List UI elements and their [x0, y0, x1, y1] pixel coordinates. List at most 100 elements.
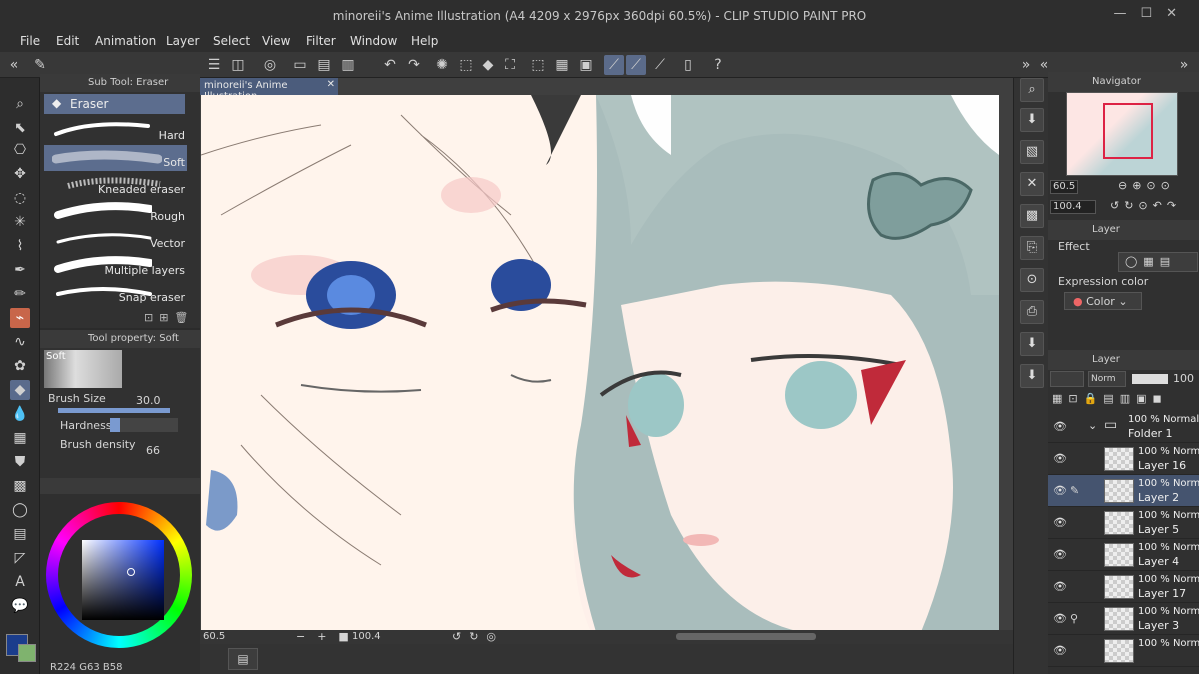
device-icon[interactable]: ▯	[678, 55, 698, 75]
visibility-eye-icon[interactable]: 👁	[1053, 612, 1067, 625]
auto-select-icon[interactable]: ✳	[10, 212, 30, 232]
direct-draw-icon[interactable]: ◯	[10, 500, 30, 520]
brush-kneaded[interactable]: Kneaded eraser	[44, 172, 187, 198]
balloon-icon[interactable]: 💬	[10, 596, 30, 616]
layer-row-3[interactable]: 👁 ⚲ 100 % Norm Layer 3	[1048, 603, 1199, 635]
undo-icon[interactable]: ↶	[380, 55, 400, 75]
figure-icon[interactable]: ▦	[10, 428, 30, 448]
visibility-eye-icon[interactable]: 👁	[1053, 644, 1067, 657]
material-icon[interactable]: ▧	[1020, 140, 1044, 164]
menu-select[interactable]: Select	[213, 34, 250, 48]
opacity-value[interactable]: 100	[1173, 372, 1194, 385]
rotate-controls[interactable]: ↺↻◎	[452, 630, 504, 643]
menu-layer[interactable]: Layer	[166, 34, 199, 48]
layer-row-17[interactable]: 👁 100 % Norm Layer 17	[1048, 571, 1199, 603]
menu-view[interactable]: View	[262, 34, 290, 48]
copy-icon[interactable]: ⎘	[1020, 236, 1044, 260]
brush-size-value[interactable]: 30.0	[136, 394, 161, 407]
menu-animation[interactable]: Animation	[95, 34, 156, 48]
tab-close-icon[interactable]: ✕	[327, 79, 335, 90]
blend-mode-select[interactable]: Norm	[1088, 371, 1126, 387]
operation-icon[interactable]: ⬉	[10, 118, 30, 138]
snap-ruler-icon[interactable]: ⟋	[604, 55, 624, 75]
menu-edit[interactable]: Edit	[56, 34, 79, 48]
folder-expand-icon[interactable]: ⌄	[1088, 419, 1097, 432]
subtool-actions[interactable]: ⊡⊞🗑	[144, 311, 194, 324]
maximize-icon[interactable]: ☐	[1140, 6, 1166, 21]
density-value[interactable]: 66	[146, 444, 160, 457]
visibility-eye-icon[interactable]: 👁	[1053, 420, 1067, 433]
navigator-zoom[interactable]: 60.5	[1050, 180, 1078, 194]
ruler-icon[interactable]: ◸	[10, 548, 30, 568]
fill-tool-icon[interactable]: ⛊	[10, 452, 30, 472]
download-icon[interactable]: ⬇	[1020, 332, 1044, 356]
pen-tool-icon[interactable]: ✒	[10, 260, 30, 280]
blend-icon[interactable]: 💧	[10, 404, 30, 424]
export-icon[interactable]: ⎙	[1020, 300, 1044, 324]
brush-size-slider[interactable]	[58, 408, 170, 413]
expression-color-select[interactable]: ● Color ⌄	[1064, 292, 1142, 310]
selection-invert-icon[interactable]: ▣	[576, 55, 596, 75]
hardness-slider[interactable]	[110, 418, 178, 432]
open-icon[interactable]: ▤	[314, 55, 334, 75]
snap-grid-icon[interactable]: ⟋	[650, 55, 670, 75]
color-picker-marker[interactable]	[127, 568, 135, 576]
close-icon[interactable]: ✕	[1166, 6, 1191, 21]
navigator-preview[interactable]	[1066, 92, 1178, 176]
download-2-icon[interactable]: ⬇	[1020, 364, 1044, 388]
lasso-icon[interactable]: ◌	[10, 188, 30, 208]
layer-move-icon[interactable]: ⎔	[10, 140, 30, 160]
layer-row-5[interactable]: 👁 100 % Norm Layer 5	[1048, 507, 1199, 539]
menu-toggle-icon[interactable]: ☰	[204, 55, 224, 75]
horizontal-scrollbar[interactable]	[676, 633, 816, 640]
layer-row-folder-1[interactable]: 👁 ⌄ ▭ 100 % Normal Folder 1	[1048, 411, 1199, 443]
menu-window[interactable]: Window	[350, 34, 397, 48]
pattern-icon[interactable]: ▩	[1020, 204, 1044, 228]
window-controls[interactable]: —☐✕	[1113, 6, 1191, 21]
settings-icon[interactable]: ✺	[432, 55, 452, 75]
airbrush-icon[interactable]: ∿	[10, 332, 30, 352]
visibility-eye-icon[interactable]: 👁	[1053, 452, 1067, 465]
visibility-eye-icon[interactable]: 👁	[1053, 516, 1067, 529]
layer-row-16[interactable]: 👁 100 % Norm Layer 16	[1048, 443, 1199, 475]
color-panel-tabs[interactable]	[40, 478, 200, 494]
decoration-icon[interactable]: ✿	[10, 356, 30, 376]
transform-icon[interactable]: ⬚	[456, 55, 476, 75]
subtool-group-eraser[interactable]: ◆ Eraser	[44, 94, 185, 114]
navigator-viewport[interactable]	[1103, 103, 1153, 159]
visibility-eye-icon[interactable]: 👁	[1053, 548, 1067, 561]
selection-icon[interactable]: ⬚	[528, 55, 548, 75]
visibility-eye-icon[interactable]: 👁	[1053, 580, 1067, 593]
zoom-icon[interactable]: ⌕	[10, 94, 30, 114]
layer-row-4[interactable]: 👁 100 % Norm Layer 4	[1048, 539, 1199, 571]
snap-special-icon[interactable]: ⟋	[626, 55, 646, 75]
new-canvas-icon[interactable]: ▭	[290, 55, 310, 75]
layer-color-select[interactable]	[1050, 371, 1084, 387]
navigator-rotate-controls[interactable]: ↺↻⊙↶↷	[1110, 199, 1181, 212]
document-tab[interactable]: minoreii's Anime Illustration✕	[200, 78, 338, 102]
layer-row-partial[interactable]: 👁 100 % Norm	[1048, 635, 1199, 667]
brush-vector[interactable]: Vector	[44, 226, 187, 252]
canvas-angle-value[interactable]: 100.4	[352, 631, 381, 642]
pen-icon[interactable]: ✎	[30, 55, 50, 75]
saturation-value-square[interactable]	[82, 540, 164, 620]
frame-icon[interactable]: ▤	[10, 524, 30, 544]
collapse-icon[interactable]: «	[4, 55, 24, 75]
move-icon[interactable]: ✥	[10, 164, 30, 184]
illustration-canvas[interactable]	[201, 95, 999, 632]
layer-row-2[interactable]: 👁 ✎ 100 % Norm Layer 2	[1048, 475, 1199, 507]
eyedropper-icon[interactable]: ⌇	[10, 236, 30, 256]
brush-rough[interactable]: Rough	[44, 199, 187, 225]
brush-snap-eraser[interactable]: Snap eraser	[44, 280, 187, 306]
brush-hard[interactable]: Hard	[44, 118, 187, 144]
pencil-icon[interactable]: ✏	[10, 284, 30, 304]
close-panel-icon[interactable]: ✕	[1020, 172, 1044, 196]
crop-icon[interactable]: ⛶	[500, 55, 520, 75]
brush-multiple-layers[interactable]: Multiple layers	[44, 253, 187, 279]
menu-help[interactable]: Help	[411, 34, 438, 48]
timeline-toggle-icon[interactable]: ▤	[228, 648, 258, 670]
fill-icon[interactable]: ◆	[478, 55, 498, 75]
help-icon[interactable]: ?	[708, 55, 728, 75]
import-icon[interactable]: ⬇	[1020, 108, 1044, 132]
eraser-icon[interactable]: ◆	[10, 380, 30, 400]
